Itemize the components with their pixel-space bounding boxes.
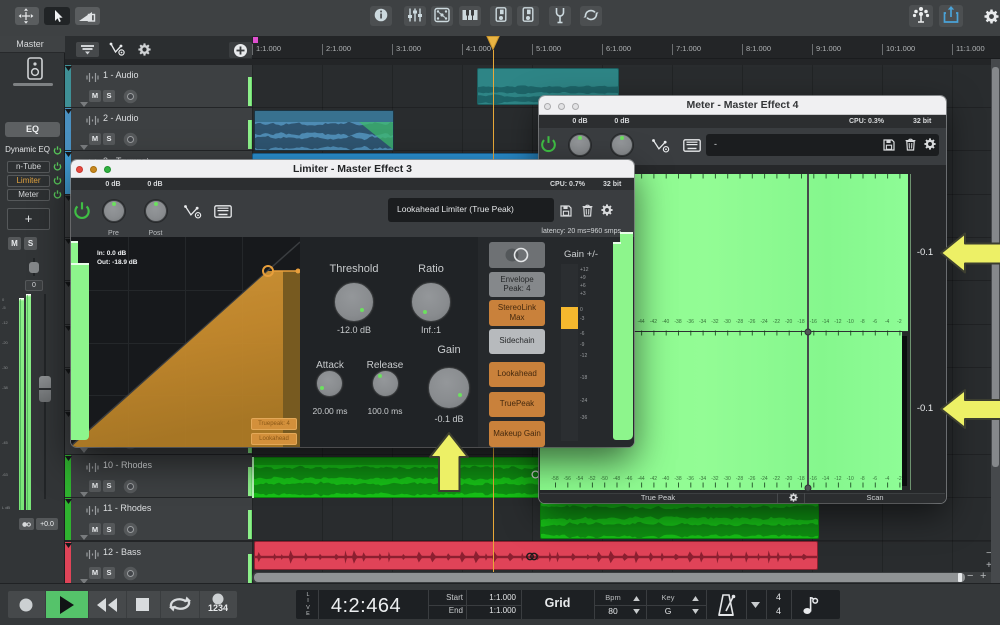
svg-text:-36: -36 (687, 476, 694, 482)
svg-text:-14: -14 (822, 476, 829, 482)
svg-text:-34: -34 (699, 476, 706, 482)
svg-text:-40: -40 (662, 319, 669, 325)
svg-text:-24: -24 (760, 319, 767, 325)
svg-text:-20: -20 (785, 319, 792, 325)
svg-text:-12: -12 (834, 476, 841, 482)
svg-text:-30: -30 (724, 476, 731, 482)
svg-text:-36: -36 (687, 319, 694, 325)
svg-text:-18: -18 (797, 476, 804, 482)
svg-text:-38: -38 (674, 476, 681, 482)
svg-text:-24: -24 (760, 476, 767, 482)
svg-text:-6: -6 (873, 319, 878, 325)
svg-text:-4: -4 (885, 319, 890, 325)
svg-text:-28: -28 (736, 476, 743, 482)
svg-text:-10: -10 (847, 319, 854, 325)
svg-text:-22: -22 (773, 319, 780, 325)
svg-text:-16: -16 (810, 319, 817, 325)
svg-text:-44: -44 (637, 476, 644, 482)
svg-text:-32: -32 (711, 476, 718, 482)
svg-text:-54: -54 (576, 476, 583, 482)
svg-text:-6: -6 (873, 476, 878, 482)
svg-text:-38: -38 (674, 319, 681, 325)
svg-text:-26: -26 (748, 476, 755, 482)
svg-text:-20: -20 (785, 476, 792, 482)
svg-text:-4: -4 (885, 476, 890, 482)
svg-text:-14: -14 (822, 319, 829, 325)
svg-text:-42: -42 (650, 476, 657, 482)
svg-text:-12: -12 (834, 319, 841, 325)
svg-text:-28: -28 (736, 319, 743, 325)
svg-text:-58: -58 (551, 476, 558, 482)
svg-text:-2: -2 (897, 319, 902, 325)
svg-text:-22: -22 (773, 476, 780, 482)
svg-text:-18: -18 (797, 319, 804, 325)
svg-text:-10: -10 (847, 476, 854, 482)
svg-text:-8: -8 (860, 476, 865, 482)
svg-text:-8: -8 (860, 319, 865, 325)
svg-text:-40: -40 (662, 476, 669, 482)
svg-text:-26: -26 (748, 319, 755, 325)
svg-text:-48: -48 (613, 476, 620, 482)
svg-text:-56: -56 (564, 476, 571, 482)
svg-text:-32: -32 (711, 319, 718, 325)
svg-text:-30: -30 (724, 319, 731, 325)
svg-text:-42: -42 (650, 319, 657, 325)
svg-text:-2: -2 (897, 476, 902, 482)
svg-text:-46: -46 (625, 476, 632, 482)
svg-text:-16: -16 (810, 476, 817, 482)
svg-text:-52: -52 (588, 476, 595, 482)
svg-text:-44: -44 (637, 319, 644, 325)
svg-text:-50: -50 (601, 476, 608, 482)
svg-text:-34: -34 (699, 319, 706, 325)
